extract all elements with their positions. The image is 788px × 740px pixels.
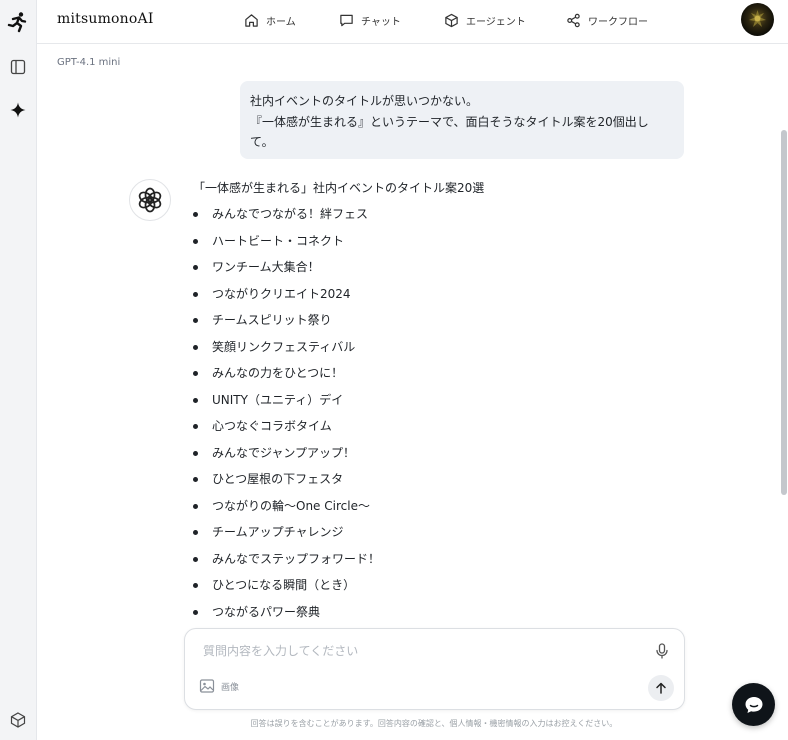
list-item: つながるパワー祭典 — [193, 602, 484, 629]
sparkle-icon[interactable] — [7, 99, 29, 121]
list-item: ひとつになる瞬間（とき） — [193, 575, 484, 602]
list-item: みんなでステップフォワード！ — [193, 549, 484, 576]
title-suggestion-list: みんなでつながる！絆フェス ハートビート・コネクト ワンチーム大集合！ つながり… — [193, 204, 484, 628]
disclaimer-text: 回答は誤りを含むことがあります。回答内容の確認と、個人情報・機密情報の入力はお控… — [250, 719, 618, 728]
user-avatar[interactable] — [741, 3, 774, 36]
chat-icon — [340, 14, 353, 26]
home-icon — [245, 13, 258, 27]
nav-workflow-label: ワークフロー — [588, 16, 648, 28]
chat-bubble-icon — [745, 696, 762, 713]
model-name[interactable]: GPT-4.1 mini — [57, 57, 120, 68]
agent-cube-icon — [445, 13, 458, 27]
answer-title: 「一体感が生まれる」社内イベントのタイトル案20選 — [193, 181, 485, 195]
nav-workflow[interactable]: ワークフロー — [566, 10, 648, 30]
list-item: ハートビート・コネクト — [193, 231, 484, 258]
chat-scrollbar[interactable] — [779, 72, 787, 620]
sidebar-toggle-icon[interactable] — [7, 56, 29, 78]
list-item: ひとつ屋根の下フェスタ — [193, 469, 484, 496]
microphone-icon[interactable] — [653, 642, 671, 660]
support-chat-button[interactable] — [732, 683, 775, 726]
list-item: 笑顔リンクフェスティバル — [193, 337, 484, 364]
app-title[interactable]: mitsumonoAI — [57, 11, 154, 27]
list-item: ワンチーム大集合！ — [193, 257, 484, 284]
scrollbar-thumb[interactable] — [781, 130, 787, 495]
nav-home[interactable]: ホーム — [244, 10, 296, 30]
nav-agent-label: エージェント — [466, 16, 526, 28]
message-input[interactable] — [203, 644, 623, 658]
user-message: 社内イベントのタイトルが思いつかない。 『一体感が生まれる』というテーマで、面白… — [240, 81, 684, 159]
nav-home-label: ホーム — [266, 16, 296, 28]
image-upload-button[interactable]: 画像 — [199, 678, 239, 694]
list-item: つながりの輪〜One Circle〜 — [193, 496, 484, 523]
share-nodes-icon — [567, 13, 580, 27]
list-item: みんなでジャンプアップ！ — [193, 443, 484, 470]
top-header: mitsumonoAI ホーム チャット エージェント ワークフロー — [37, 0, 788, 44]
image-icon — [199, 679, 215, 693]
nav-agent[interactable]: エージェント — [444, 10, 526, 30]
list-item: みんなでつながる！絆フェス — [193, 204, 484, 231]
message-composer: 画像 — [184, 628, 685, 710]
send-button[interactable] — [648, 675, 674, 701]
list-item: 心つなぐコラボタイム — [193, 416, 484, 443]
list-item: チームアップチャレンジ — [193, 522, 484, 549]
openai-logo-icon — [138, 187, 162, 213]
nav-chat-label: チャット — [361, 16, 401, 28]
left-sidebar — [0, 0, 37, 740]
assistant-avatar — [129, 179, 171, 221]
user-message-line-2: 『一体感が生まれる』というテーマで、面白そうなタイトル案を20個出し — [250, 114, 649, 129]
arrow-up-icon — [656, 682, 666, 694]
assistant-message: 「一体感が生まれる」社内イベントのタイトル案20選 みんなでつながる！絆フェス … — [193, 178, 484, 628]
list-item: つながりクリエイト2024 — [193, 284, 484, 311]
list-item: UNITY（ユニティ）デイ — [193, 390, 484, 417]
runner-logo-icon[interactable] — [7, 11, 29, 33]
image-upload-label: 画像 — [221, 682, 240, 693]
list-item: チームスピリット祭り — [193, 310, 484, 337]
user-message-line-1: 社内イベントのタイトルが思いつかない。 — [250, 94, 479, 108]
list-item: みんなの力をひとつに！ — [193, 363, 484, 390]
user-message-line-3: て。 — [250, 135, 274, 149]
nav-chat[interactable]: チャット — [339, 10, 401, 30]
